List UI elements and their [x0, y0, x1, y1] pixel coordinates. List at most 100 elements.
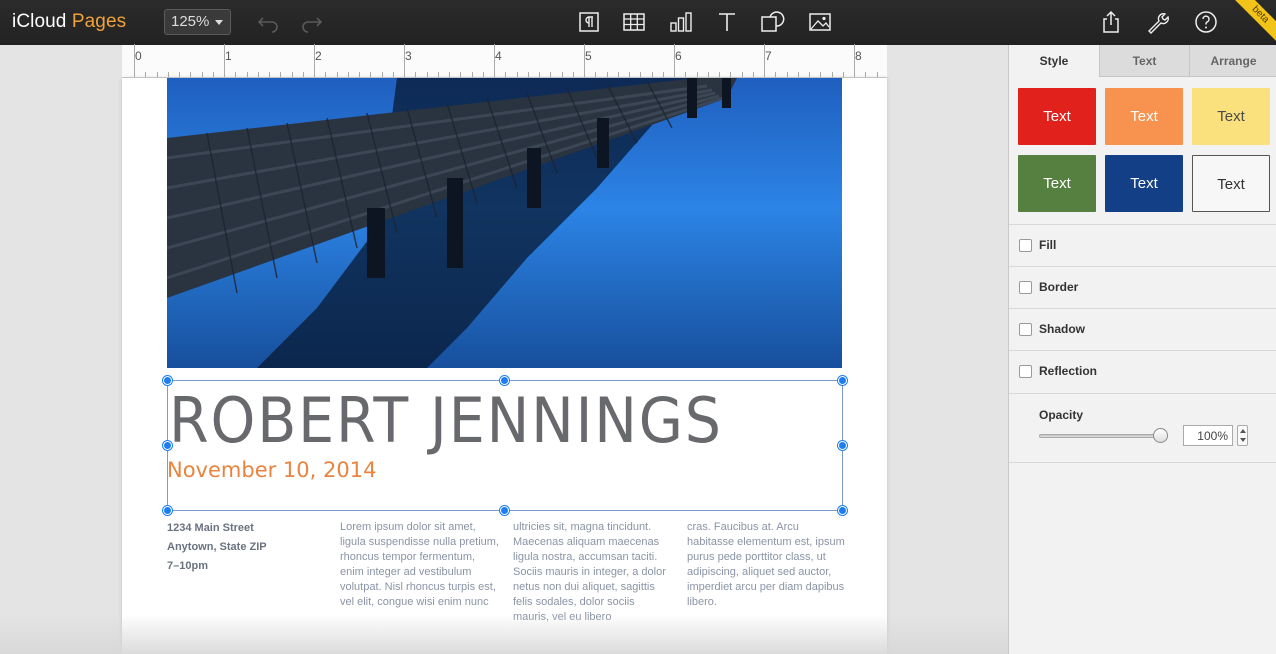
ruler-tick: [516, 72, 518, 77]
style-swatch-yellow[interactable]: Text: [1192, 88, 1270, 145]
address-line: 7–10pm: [167, 560, 208, 572]
shape-icon[interactable]: [759, 9, 785, 35]
resize-handle-bottom-left[interactable]: [163, 506, 172, 515]
ruler-tick: [707, 72, 709, 77]
ruler-tick: [752, 72, 754, 77]
style-swatch-red[interactable]: Text: [1018, 88, 1096, 145]
chart-icon[interactable]: [668, 9, 694, 35]
ruler-tick: [719, 72, 720, 77]
ruler-tick: [257, 72, 259, 77]
headline-text[interactable]: ROBERT JENNINGS: [169, 384, 723, 457]
document-page[interactable]: ROBERT JENNINGS November 10, 2014 1234 M…: [122, 78, 887, 654]
dock-photo[interactable]: [167, 78, 842, 368]
opacity-input[interactable]: 100%: [1183, 425, 1233, 446]
style-swatch-white[interactable]: Text: [1192, 155, 1270, 212]
help-icon[interactable]: [1193, 9, 1219, 35]
ruler-tick: [640, 72, 642, 77]
ruler-label: 4: [495, 49, 502, 63]
opacity-section: Opacity 100%: [1009, 393, 1276, 463]
ruler-tick: [460, 72, 462, 77]
address-block[interactable]: 1234 Main Street Anytown, State ZIP 7–10…: [167, 519, 267, 576]
ruler-label: 3: [405, 49, 412, 63]
ruler-tick: [764, 44, 765, 77]
ruler-tick: [741, 72, 743, 77]
ruler-tick: [392, 72, 394, 77]
ruler-tick: [786, 72, 788, 77]
body-column-1[interactable]: Lorem ipsum dolor sit amet, ligula suspe…: [340, 520, 500, 610]
ruler-label: 6: [675, 49, 682, 63]
ruler-tick: [696, 72, 698, 77]
event-date-text[interactable]: November 10, 2014: [167, 458, 376, 482]
resize-handle-bottom[interactable]: [500, 506, 509, 515]
ruler-tick: [314, 44, 315, 77]
ruler-tick: [246, 72, 248, 77]
address-line: 1234 Main Street: [167, 522, 254, 534]
horizontal-ruler: 0 1 2 3 4 5 6 7 8: [122, 44, 887, 78]
ruler-tick: [584, 44, 585, 77]
opacity-stepper[interactable]: [1237, 425, 1248, 446]
stepper-down-icon[interactable]: [1240, 438, 1246, 442]
ruler-tick: [156, 72, 158, 77]
shadow-checkbox[interactable]: [1019, 323, 1032, 336]
ruler-tick: [831, 72, 833, 77]
table-icon[interactable]: [621, 9, 647, 35]
shadow-option[interactable]: Shadow: [1009, 308, 1276, 350]
fill-checkbox[interactable]: [1019, 239, 1032, 252]
style-swatch-orange[interactable]: Text: [1105, 88, 1183, 145]
ruler-tick: [527, 72, 529, 77]
ruler-tick: [572, 72, 574, 77]
ruler-tick: [561, 72, 563, 77]
ruler-tick: [730, 72, 732, 77]
body-column-3[interactable]: cras. Faucibus at. Arcu habitasse elemen…: [687, 520, 847, 610]
ruler-tick: [809, 72, 810, 77]
ruler-tick: [775, 72, 777, 77]
opacity-slider-thumb[interactable]: [1153, 428, 1168, 443]
border-checkbox[interactable]: [1019, 281, 1032, 294]
opacity-label: Opacity: [1039, 408, 1084, 422]
ruler-tick: [291, 72, 293, 77]
paragraph-icon[interactable]: [576, 9, 602, 35]
ruler-label: 2: [315, 49, 322, 63]
border-label: Border: [1039, 280, 1079, 294]
ruler-tick: [280, 72, 282, 77]
document-canvas[interactable]: 012345678 ROBERT JENNINGS November 10, 2…: [0, 44, 1008, 654]
opacity-slider[interactable]: [1039, 434, 1161, 438]
ruler-tick: [437, 72, 439, 77]
share-icon[interactable]: [1098, 9, 1124, 35]
reflection-option[interactable]: Reflection: [1009, 350, 1276, 392]
ruler-tick: [381, 72, 383, 77]
border-option[interactable]: Border: [1009, 266, 1276, 308]
ruler-tick: [201, 72, 203, 77]
beta-label: beta: [1230, 0, 1276, 45]
format-inspector: Style Text Arrange Text Text Text Text T…: [1008, 45, 1276, 654]
ruler-tick: [212, 72, 214, 77]
style-swatch-green[interactable]: Text: [1018, 155, 1096, 212]
fill-option[interactable]: Fill: [1009, 224, 1276, 266]
tab-text[interactable]: Text: [1099, 45, 1189, 77]
text-icon[interactable]: [714, 9, 740, 35]
resize-handle-top-right[interactable]: [838, 376, 847, 385]
beta-ribbon: beta: [1230, 0, 1276, 46]
tab-style[interactable]: Style: [1009, 45, 1099, 77]
ruler-tick: [359, 72, 360, 77]
stepper-up-icon[interactable]: [1240, 429, 1246, 433]
ruler-tick: [370, 72, 372, 77]
style-swatch-blue[interactable]: Text: [1105, 155, 1183, 212]
brand-app-name: Pages: [71, 11, 127, 32]
undo-icon[interactable]: [255, 9, 281, 35]
zoom-select[interactable]: 125%: [164, 9, 231, 35]
reflection-label: Reflection: [1039, 364, 1098, 378]
wrench-icon[interactable]: [1145, 9, 1171, 35]
image-icon[interactable]: [807, 9, 833, 35]
ruler-tick: [494, 44, 495, 77]
ruler-tick: [876, 72, 878, 77]
ruler-tick: [134, 44, 135, 77]
tab-arrange[interactable]: Arrange: [1189, 45, 1276, 77]
resize-handle-bottom-right[interactable]: [838, 506, 847, 515]
shadow-label: Shadow: [1039, 322, 1086, 336]
resize-handle-right[interactable]: [838, 441, 847, 450]
app-brand: iCloud Pages: [12, 11, 126, 33]
body-column-2[interactable]: ultricies sit, magna tincidunt. Maecenas…: [513, 520, 673, 625]
redo-icon[interactable]: [299, 9, 325, 35]
reflection-checkbox[interactable]: [1019, 365, 1032, 378]
